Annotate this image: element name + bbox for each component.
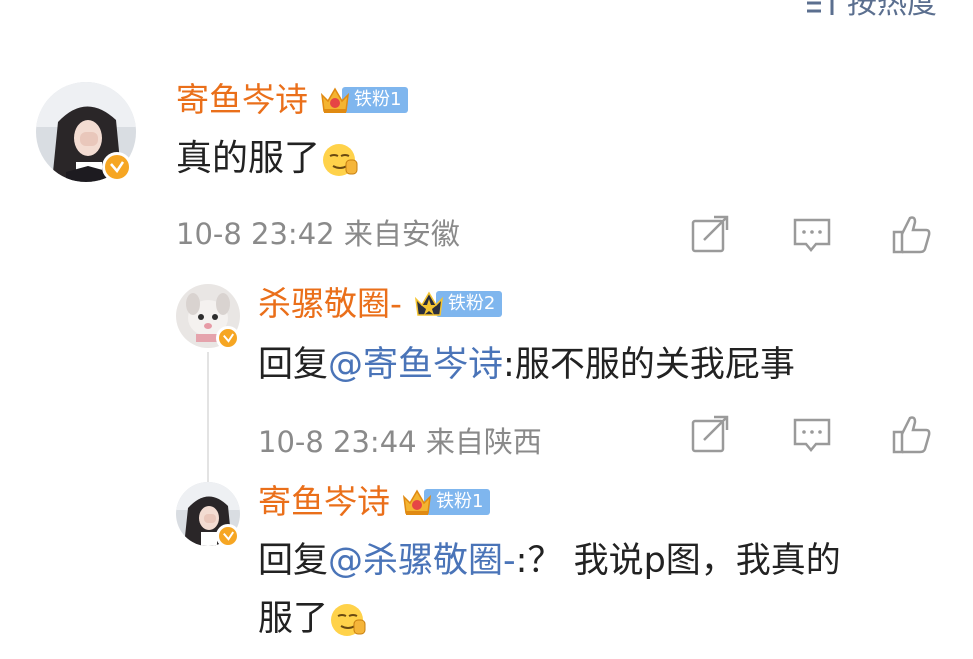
fan-badge[interactable]: 铁粉1 — [318, 87, 409, 113]
like-icon[interactable] — [890, 212, 934, 256]
comment-body: 真的服了 — [176, 138, 321, 179]
share-icon[interactable] — [688, 412, 732, 456]
sort-label: 按热度 — [847, 0, 937, 21]
comment-text: 回复@寄鱼岑诗:服不服的关我屁事 — [258, 336, 795, 394]
location: 来自安徽 — [343, 217, 460, 251]
verified-icon — [216, 524, 240, 548]
crown-icon — [402, 489, 432, 515]
avatar[interactable] — [36, 82, 136, 182]
comment-icon[interactable] — [790, 212, 834, 256]
comment-header: 寄鱼岑诗 铁粉1 — [258, 482, 491, 522]
share-icon[interactable] — [688, 212, 732, 256]
username[interactable]: 寄鱼岑诗 — [258, 482, 390, 522]
reply-prefix: 回复 — [258, 345, 329, 385]
verified-icon — [102, 152, 132, 182]
comment-icon[interactable] — [790, 412, 834, 456]
comment-body: :服不服的关我屁事 — [503, 345, 795, 385]
comment-meta: 10-8 23:44 来自陕西 — [258, 424, 542, 460]
comment-text: 真的服了 — [176, 130, 358, 188]
fan-badge[interactable]: 铁粉2 — [412, 291, 503, 317]
avatar[interactable] — [176, 482, 240, 548]
location: 来自陕西 — [425, 425, 542, 459]
verified-icon — [216, 326, 240, 350]
comment-body: :？ 我说p图，我真的 — [515, 541, 841, 581]
comment-meta: 10-8 23:42 来自安徽 — [176, 216, 460, 252]
thread-connector — [207, 352, 209, 490]
smirk-emoji — [323, 144, 358, 176]
comment-header: 杀骡敬圈- 铁粉2 — [258, 284, 503, 324]
comment-thread: 按热度 寄鱼岑诗 铁粉1 真的服了 10-8 23:42 来自安徽 杀骡敬圈- … — [0, 0, 973, 659]
comment-text: 回复@杀骡敬圈-:？ 我说p图，我真的服了 — [258, 532, 841, 648]
avatar[interactable] — [176, 284, 240, 350]
sort-icon — [805, 0, 841, 19]
timestamp: 10-8 23:44 — [258, 425, 417, 459]
mention-link[interactable]: @杀骡敬圈- — [328, 541, 516, 581]
comment-header: 寄鱼岑诗 铁粉1 — [176, 80, 409, 120]
fan-badge[interactable]: 铁粉1 — [400, 489, 491, 515]
like-icon[interactable] — [890, 412, 934, 456]
timestamp: 10-8 23:42 — [176, 217, 335, 251]
username[interactable]: 寄鱼岑诗 — [176, 80, 308, 120]
comment-body-continued: 服了 — [258, 599, 329, 639]
crown-icon — [320, 87, 350, 113]
mention-link[interactable]: @寄鱼岑诗 — [328, 345, 503, 385]
sort-by-hot-button[interactable]: 按热度 — [805, 0, 937, 22]
smirk-emoji — [331, 604, 366, 636]
username[interactable]: 杀骡敬圈- — [258, 284, 402, 324]
crown-icon — [414, 291, 443, 316]
reply-prefix: 回复 — [258, 541, 329, 581]
